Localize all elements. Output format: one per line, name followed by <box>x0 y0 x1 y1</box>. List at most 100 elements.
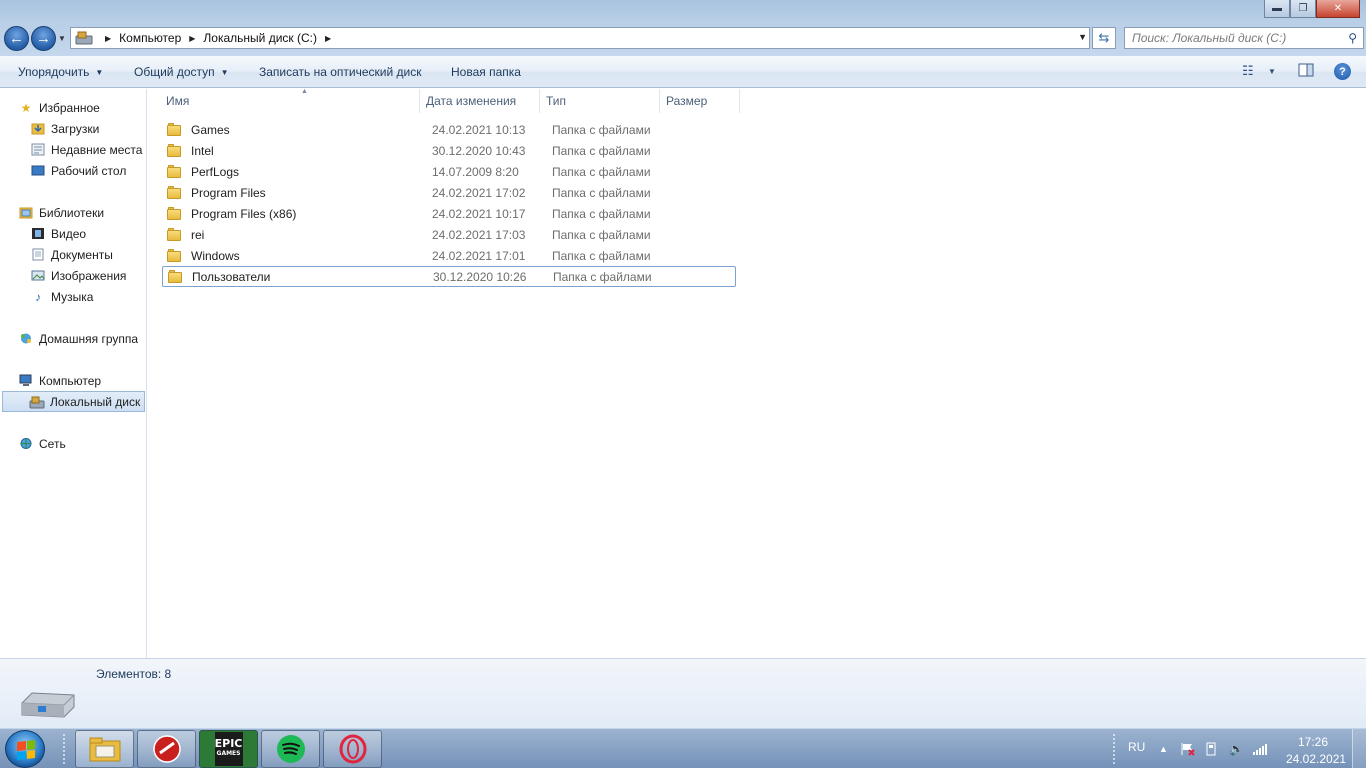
nav-favorites[interactable]: ★ Избранное <box>18 97 164 118</box>
clock-time[interactable]: 17:26 <box>1298 735 1328 749</box>
file-date: 24.02.2021 17:01 <box>432 248 526 263</box>
opera-gx-icon <box>339 734 366 764</box>
column-label: Размер <box>666 94 708 108</box>
back-button[interactable]: ← <box>4 26 29 51</box>
network-icon <box>18 437 34 451</box>
organize-menu[interactable]: Упорядочить ▼ <box>18 65 103 79</box>
view-dropdown-icon[interactable]: ▼ <box>1268 67 1276 76</box>
forward-button[interactable]: → <box>31 26 56 51</box>
nav-label: Документы <box>51 247 113 262</box>
file-name: Пользователи <box>192 269 271 284</box>
nav-label: Локальный диск <box>50 394 141 409</box>
file-name: Program Files <box>191 185 266 200</box>
show-desktop-button[interactable] <box>1352 729 1366 768</box>
file-list: Имя ▲ Дата изменения Тип Размер Games 24… <box>148 88 1366 658</box>
nav-label: Компьютер <box>39 373 102 388</box>
folder-icon <box>167 207 183 220</box>
usb-device-icon[interactable] <box>1204 742 1218 759</box>
file-type: Папка с файлами <box>552 206 651 221</box>
nav-libraries[interactable]: Библиотеки <box>18 202 164 223</box>
address-dropdown-icon[interactable]: ▼ <box>1078 32 1087 42</box>
column-name[interactable]: Имя ▲ <box>162 88 420 113</box>
file-row[interactable]: Windows 24.02.2021 17:01 Папка с файлами <box>162 245 736 266</box>
sort-ascending-icon: ▲ <box>301 88 308 95</box>
navigation-pane: ★ Избранное Загрузки Недавние места Рабо… <box>0 89 147 658</box>
file-date: 30.12.2020 10:26 <box>433 269 527 284</box>
search-input[interactable] <box>1132 31 1332 45</box>
documents-icon <box>30 248 46 262</box>
details-pane: Элементов: 8 <box>0 658 1366 728</box>
breadcrumb-separator-icon[interactable]: ▶ <box>325 34 331 43</box>
file-row[interactable]: PerfLogs 14.07.2009 8:20 Папка с файлами <box>162 161 736 182</box>
file-type: Папка с файлами <box>552 143 651 158</box>
taskbar-opera-gx[interactable] <box>323 730 382 768</box>
search-icon[interactable]: ⚲ <box>1348 31 1357 45</box>
taskbar-world-of-tanks[interactable] <box>137 730 196 768</box>
minimize-button[interactable]: ▬ <box>1264 0 1290 18</box>
computer-drive-icon <box>71 28 97 48</box>
file-type: Папка с файлами <box>552 248 651 263</box>
new-folder-button[interactable]: Новая папка <box>451 65 521 79</box>
file-date: 24.02.2021 17:02 <box>432 185 526 200</box>
language-indicator[interactable]: RU <box>1128 740 1145 754</box>
maximize-button[interactable]: ❐ <box>1290 0 1316 18</box>
address-bar[interactable]: ▶ Компьютер ▶ Локальный диск (C:) ▶ ▼ <box>70 27 1090 49</box>
nav-local-disk[interactable]: Локальный диск <box>2 391 145 412</box>
window-titlebar: ▬ ❐ ✕ ← → ▼ ▶ Компьютер ▶ Локальный диск… <box>0 0 1366 56</box>
folder-icon <box>167 186 183 199</box>
start-button[interactable] <box>5 730 45 768</box>
refresh-button[interactable]: ⇆ <box>1092 27 1116 49</box>
help-icon[interactable]: ? <box>1334 63 1351 80</box>
breadcrumb-separator-icon[interactable]: ▶ <box>189 34 195 43</box>
nav-homegroup[interactable]: Домашняя группа <box>18 328 164 349</box>
preview-pane-icon[interactable] <box>1298 63 1314 80</box>
show-hidden-icons[interactable]: ▲ <box>1159 744 1168 754</box>
file-type: Папка с файлами <box>552 227 651 242</box>
action-center-icon[interactable] <box>1180 742 1196 759</box>
taskbar: EPIC GAMES RU ▲ 🔈 17:26 24.02.2021 <box>0 728 1366 768</box>
recent-pages-dropdown[interactable]: ▼ <box>58 34 66 43</box>
taskbar-grip[interactable] <box>62 733 66 765</box>
taskbar-spotify[interactable] <box>261 730 320 768</box>
file-row[interactable]: Program Files (x86) 24.02.2021 10:17 Пап… <box>162 203 736 224</box>
file-row[interactable]: rei 24.02.2021 17:03 Папка с файлами <box>162 224 736 245</box>
network-signal-icon[interactable] <box>1252 742 1268 759</box>
tray-grip[interactable] <box>1112 733 1116 765</box>
view-options-icon[interactable]: ☷ <box>1242 63 1254 79</box>
libraries-icon <box>18 206 34 220</box>
file-name: Intel <box>191 143 214 158</box>
search-box[interactable]: ⚲ <box>1124 27 1364 49</box>
taskbar-explorer[interactable] <box>75 730 134 768</box>
volume-icon[interactable]: 🔈 <box>1229 742 1244 756</box>
folder-icon <box>167 228 183 241</box>
file-type: Папка с файлами <box>552 185 651 200</box>
file-date: 30.12.2020 10:43 <box>432 143 526 158</box>
breadcrumb-computer[interactable]: Компьютер <box>119 31 181 45</box>
taskbar-epic-games[interactable]: EPIC GAMES <box>199 730 258 768</box>
nav-label: Рабочий стол <box>51 163 127 178</box>
file-name: Program Files (x86) <box>191 206 297 221</box>
file-row[interactable]: Program Files 24.02.2021 17:02 Папка с ф… <box>162 182 736 203</box>
nav-label: Избранное <box>39 100 100 115</box>
column-size[interactable]: Размер <box>662 89 740 113</box>
close-button[interactable]: ✕ <box>1316 0 1360 18</box>
burn-button[interactable]: Записать на оптический диск <box>259 65 422 79</box>
file-type: Папка с файлами <box>552 122 651 137</box>
nav-computer[interactable]: Компьютер <box>18 370 164 391</box>
file-row[interactable]: Intel 30.12.2020 10:43 Папка с файлами <box>162 140 736 161</box>
column-type[interactable]: Тип <box>542 89 660 113</box>
local-disk-icon <box>29 395 45 409</box>
breadcrumb-separator-icon[interactable]: ▶ <box>105 34 111 43</box>
column-date[interactable]: Дата изменения <box>422 89 540 113</box>
share-menu[interactable]: Общий доступ ▼ <box>134 65 229 79</box>
nav-network[interactable]: Сеть <box>18 433 164 454</box>
file-row[interactable]: Пользователи 30.12.2020 10:26 Папка с фа… <box>162 266 736 287</box>
windows-logo-icon <box>17 740 35 760</box>
file-row[interactable]: Games 24.02.2021 10:13 Папка с файлами <box>162 119 736 140</box>
breadcrumb-local-disk[interactable]: Локальный диск (C:) <box>203 31 317 45</box>
command-bar: Упорядочить ▼ Общий доступ ▼ Записать на о… <box>0 56 1366 88</box>
clock-date[interactable]: 24.02.2021 <box>1286 752 1346 766</box>
file-name: PerfLogs <box>191 164 240 179</box>
recent-places-icon <box>30 143 46 157</box>
share-label: Общий доступ <box>134 65 215 79</box>
